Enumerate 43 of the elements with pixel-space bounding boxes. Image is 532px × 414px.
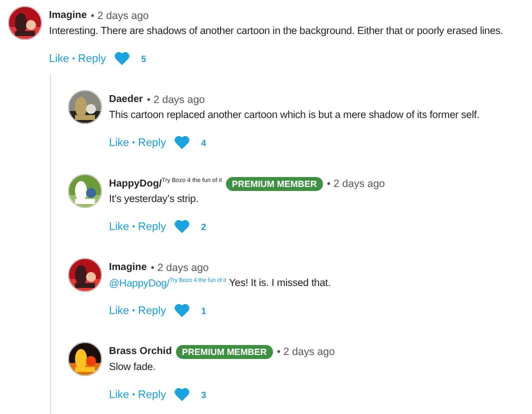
timestamp: • 2 days ago <box>90 10 149 22</box>
separator-dot: • <box>132 222 135 231</box>
timestamp: • 2 days ago <box>326 178 385 190</box>
user-name[interactable]: Brass Orchid <box>109 346 172 357</box>
like-link[interactable]: Like <box>49 52 70 64</box>
like-count: 1 <box>201 306 206 316</box>
timestamp: • 2 days ago <box>276 346 335 358</box>
like-count: 3 <box>201 390 206 400</box>
heart-icon[interactable] <box>114 51 130 66</box>
like-link[interactable]: Like <box>109 220 130 232</box>
comment-text: Slow fade. <box>109 362 156 373</box>
timestamp: • 2 days ago <box>146 94 205 106</box>
like-link[interactable]: Like <box>109 304 130 317</box>
member-badge: PREMIUM MEMBER <box>226 176 323 190</box>
mention-link[interactable]: @HappyDog/$^{Try Bozo 4 the fun of it}$ <box>109 278 226 290</box>
like-link[interactable]: Like <box>109 136 130 148</box>
heart-icon[interactable] <box>174 135 190 150</box>
separator-dot: • <box>132 306 135 316</box>
member-badge: PREMIUM MEMBER <box>176 344 273 358</box>
like-count: 5 <box>141 54 146 64</box>
heart-icon[interactable] <box>174 219 190 234</box>
timestamp: • 2 days ago <box>150 262 209 274</box>
heart-icon[interactable] <box>174 387 190 402</box>
separator-dot: • <box>72 54 75 63</box>
comment-text: It’s yesterday’s strip. <box>109 194 198 205</box>
separator-dot: • <box>132 390 135 399</box>
user-name[interactable]: Imagine <box>49 10 87 21</box>
like-count: 4 <box>201 138 206 148</box>
comment-text: Interesting. There are shadows of another cartoon in the background. Either that or poorly erased lines. <box>49 26 504 37</box>
comment-text: This cartoon replaced another cartoon which is but a mere shadow of its former self. <box>109 110 480 121</box>
user-name[interactable]: HappyDog/$^{Try Bozo 4 the fun of it}$ <box>109 178 222 190</box>
user-name[interactable]: Imagine <box>109 262 147 273</box>
like-link[interactable]: Like <box>109 388 130 400</box>
like-count: 2 <box>201 222 206 232</box>
reply-link[interactable]: Reply <box>138 304 166 317</box>
user-name[interactable]: Daeder <box>109 94 143 105</box>
reply-link[interactable]: Reply <box>138 220 166 232</box>
separator-dot: • <box>132 138 135 147</box>
heart-icon[interactable] <box>174 303 190 318</box>
reply-link[interactable]: Reply <box>138 136 166 148</box>
comment-text: Yes! It is. I missed that. <box>229 278 331 290</box>
reply-link[interactable]: Reply <box>78 52 106 64</box>
reply-link[interactable]: Reply <box>138 388 166 400</box>
